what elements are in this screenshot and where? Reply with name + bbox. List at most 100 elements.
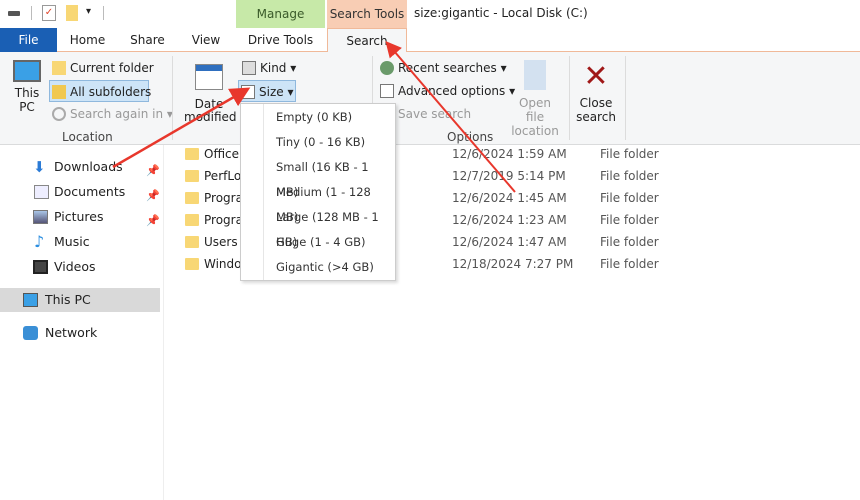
divider: [625, 56, 626, 140]
ribbon-tabs: File Home Share View Drive Tools Search: [0, 28, 860, 53]
properties-icon[interactable]: ✓: [42, 5, 56, 21]
divider: [103, 6, 104, 20]
nav-item-pictures[interactable]: Pictures 📌: [0, 205, 160, 229]
divider: [163, 145, 164, 500]
menu-item-large[interactable]: Large (128 MB - 1 GB): [264, 205, 394, 249]
location-group-label: Location: [62, 130, 113, 144]
computer-icon: [13, 60, 41, 82]
this-pc-label: This PC: [14, 86, 40, 114]
nav-item-videos[interactable]: Videos: [0, 255, 160, 279]
folder-icon: [185, 148, 199, 160]
date-modified-label: Date modified: [184, 97, 237, 124]
advanced-options-button[interactable]: Advanced options ▾: [378, 80, 515, 102]
size-label: Size: [259, 85, 284, 99]
file-date: 12/6/2024 1:59 AM: [452, 147, 567, 161]
drive-icon[interactable]: [8, 11, 20, 16]
folder-icon: [185, 192, 199, 204]
kind-label: Kind: [260, 61, 287, 75]
menu-item-empty[interactable]: Empty (0 KB): [264, 105, 394, 130]
recent-searches-label: Recent searches: [398, 61, 497, 75]
nav-label: Documents: [54, 184, 126, 199]
divider: [31, 6, 32, 20]
advanced-options-label: Advanced options: [398, 84, 506, 98]
recent-searches-icon: [380, 61, 394, 75]
file-name: Users: [204, 235, 238, 249]
file-type: File folder: [600, 257, 659, 271]
menu-item-medium[interactable]: Medium (1 - 128 MB): [264, 180, 394, 224]
file-type: File folder: [600, 235, 659, 249]
size-button[interactable]: Size ▾: [238, 80, 296, 102]
nav-item-documents[interactable]: Documents 📌: [0, 180, 160, 204]
documents-icon: [34, 185, 49, 199]
file-type: File folder: [600, 169, 659, 183]
search-tools-context-label: Search Tools: [327, 0, 407, 28]
options-group-label: Options: [447, 130, 494, 144]
file-type: File folder: [600, 147, 659, 161]
menu-item-huge[interactable]: Huge (1 - 4 GB): [264, 230, 394, 255]
advanced-options-icon: [380, 84, 394, 98]
nav-label: Videos: [54, 259, 96, 274]
file-type: File folder: [600, 213, 659, 227]
divider: [172, 56, 173, 140]
window-title: size:gigantic - Local Disk (C:): [414, 6, 588, 20]
nav-label: Downloads: [54, 159, 123, 174]
file-name: PerfLo: [204, 169, 242, 183]
file-name: Windo: [204, 257, 242, 271]
kind-icon: [242, 61, 256, 75]
recent-searches-button[interactable]: Recent searches ▾: [378, 57, 507, 79]
folder-icon: [185, 170, 199, 182]
file-name: Progra: [204, 191, 243, 205]
tab-view[interactable]: View: [180, 28, 232, 52]
search-again-label: Search again in: [70, 107, 164, 121]
menu-item-tiny[interactable]: Tiny (0 - 16 KB): [264, 130, 394, 155]
close-search-label: Close search: [576, 96, 616, 124]
tab-file[interactable]: File: [0, 28, 57, 52]
all-subfolders-button[interactable]: All subfolders: [49, 80, 152, 102]
menu-item-gigantic[interactable]: Gigantic (>4 GB): [264, 255, 394, 280]
nav-label: Pictures: [54, 209, 104, 224]
music-icon: ♪: [34, 232, 45, 251]
current-folder-button[interactable]: Current folder: [50, 57, 154, 79]
open-file-location-button[interactable]: Open file location: [505, 60, 565, 138]
nav-item-this-pc[interactable]: This PC: [0, 288, 160, 312]
folder-icon: [185, 236, 199, 248]
menu-item-small[interactable]: Small (16 KB - 1 MB): [264, 155, 394, 199]
file-name: Office: [204, 147, 240, 161]
tab-home[interactable]: Home: [60, 28, 115, 52]
nav-label: This PC: [45, 292, 91, 307]
size-dropdown-menu: Empty (0 KB) Tiny (0 - 16 KB) Small (16 …: [240, 103, 396, 281]
current-folder-label: Current folder: [70, 61, 154, 75]
nav-item-downloads[interactable]: ⬇ Downloads 📌: [0, 155, 160, 179]
all-subfolders-label: All subfolders: [70, 85, 152, 99]
open-file-location-label: Open file location: [511, 96, 559, 138]
nav-item-music[interactable]: ♪ Music: [0, 230, 160, 254]
subfolders-icon: [52, 85, 66, 99]
search-again-icon: [52, 107, 66, 121]
size-icon: [241, 85, 255, 99]
computer-icon: [23, 293, 38, 307]
this-pc-button[interactable]: This PC: [8, 60, 46, 114]
file-date: 12/7/2019 5:14 PM: [452, 169, 566, 183]
pictures-icon: [33, 210, 48, 224]
date-modified-button[interactable]: Date modified: [178, 64, 240, 124]
new-folder-icon[interactable]: [66, 5, 78, 21]
file-type: File folder: [600, 191, 659, 205]
customize-dropdown-icon[interactable]: ▾: [86, 6, 91, 17]
open-location-icon: [524, 60, 546, 90]
kind-button[interactable]: Kind ▾: [240, 57, 300, 79]
tab-share[interactable]: Share: [120, 28, 175, 52]
tab-drive-tools[interactable]: Drive Tools: [236, 28, 325, 52]
ribbon: This PC Current folder All subfolders Se…: [0, 52, 860, 145]
file-date: 12/6/2024 1:23 AM: [452, 213, 567, 227]
nav-label: Music: [54, 234, 90, 249]
file-name: Progra: [204, 213, 243, 227]
network-icon: [23, 326, 38, 340]
nav-item-network[interactable]: Network: [0, 321, 160, 345]
close-search-button[interactable]: ✕ Close search: [572, 60, 620, 125]
folder-icon: [185, 258, 199, 270]
videos-icon: [33, 260, 48, 274]
tab-search[interactable]: Search: [327, 28, 407, 53]
search-again-button[interactable]: Search again in ▾: [50, 103, 173, 125]
folder-icon: [52, 61, 66, 75]
save-search-label: Save search: [398, 107, 472, 121]
